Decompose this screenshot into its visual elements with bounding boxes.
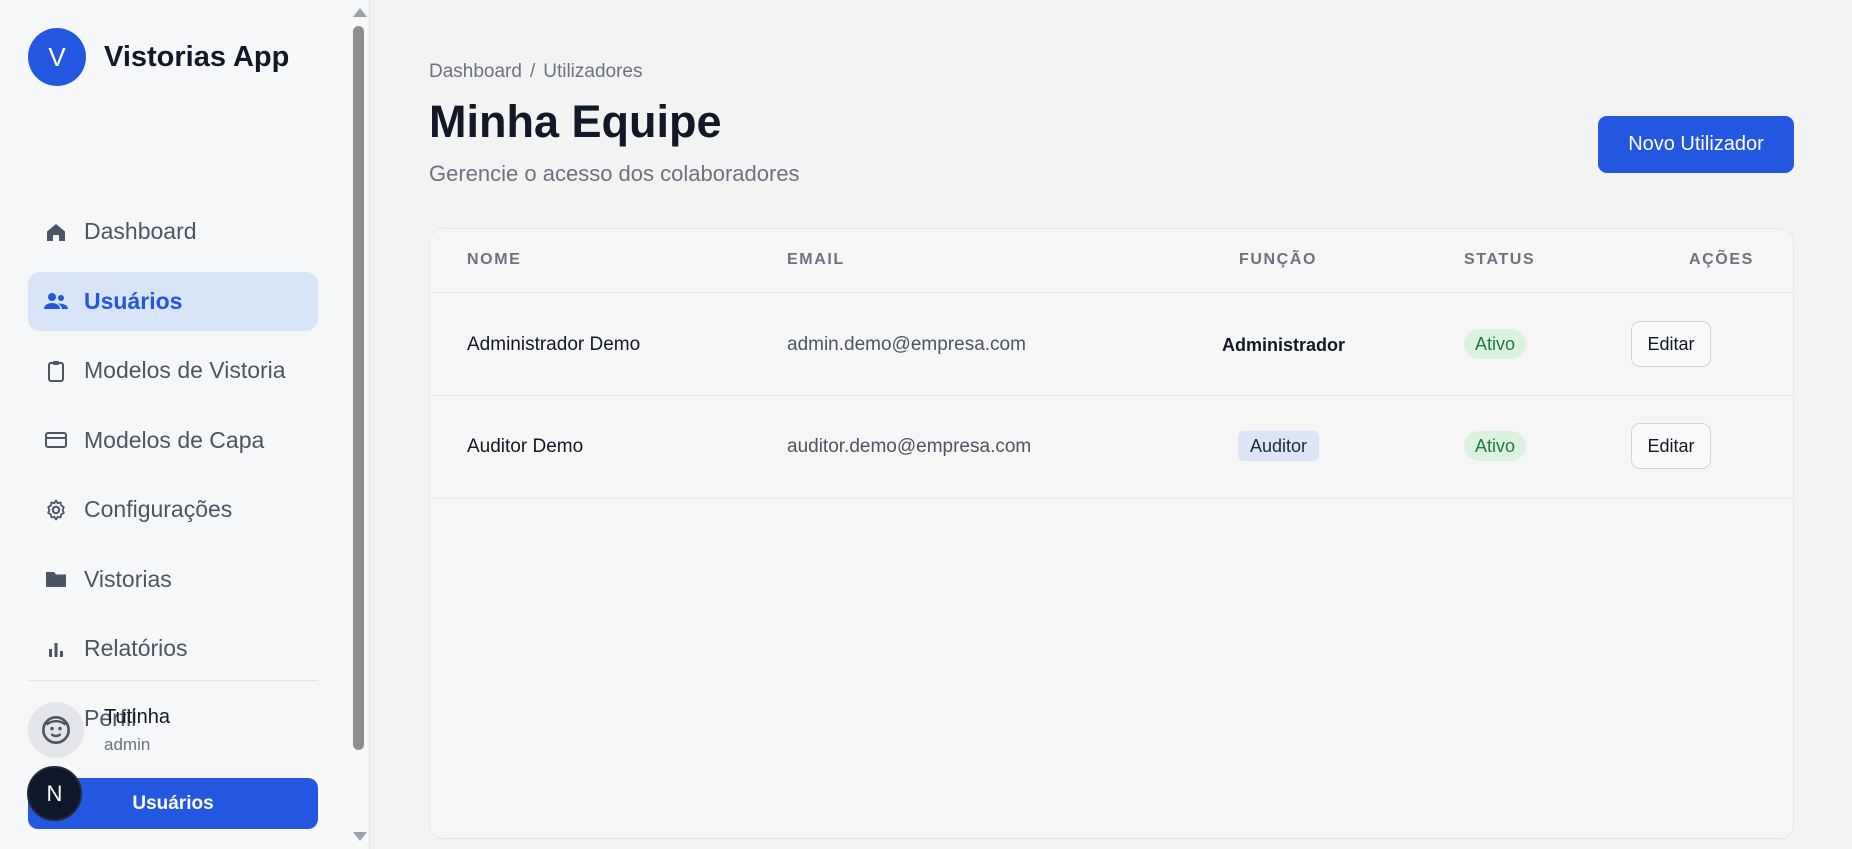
- user-email-cell: admin.demo@empresa.com: [787, 334, 1026, 355]
- table-header: NOME EMAIL FUNÇÃO STATUS AÇÕES: [430, 229, 1793, 293]
- user-name-cell: Administrador Demo: [467, 334, 641, 355]
- card-icon: [42, 426, 70, 454]
- status-badge: Ativo: [1464, 431, 1527, 461]
- user-email-cell: auditor.demo@empresa.com: [787, 436, 1032, 457]
- user-name: Tutinha: [104, 705, 170, 728]
- bar-chart-icon: [42, 635, 70, 663]
- brand-logo: V: [28, 28, 86, 86]
- brand: V Vistorias App: [28, 28, 289, 86]
- edit-button[interactable]: Editar: [1631, 423, 1711, 469]
- gear-icon: [42, 496, 70, 524]
- column-header-email: EMAIL: [787, 251, 845, 268]
- breadcrumb-dashboard[interactable]: Dashboard: [429, 61, 522, 82]
- sidebar-item-vistorias[interactable]: Vistorias: [28, 550, 318, 609]
- breadcrumb: Dashboard / Utilizadores: [429, 61, 643, 83]
- main-content: Dashboard / Utilizadores Minha Equipe Gere…: [370, 0, 1852, 849]
- status-badge: Ativo: [1464, 329, 1527, 359]
- page-subtitle: Gerencie o acesso dos colaboradores: [429, 161, 800, 186]
- breadcrumb-separator: /: [529, 61, 536, 82]
- new-user-button[interactable]: Novo Utilizador: [1598, 116, 1794, 173]
- user-role: admin: [104, 734, 151, 754]
- users-table: NOME EMAIL FUNÇÃO STATUS AÇÕES Administr…: [429, 228, 1794, 839]
- sidebar-divider: [28, 680, 318, 681]
- table-row: Administrador Demo admin.demo@empresa.co…: [430, 293, 1793, 396]
- folder-icon: [42, 565, 70, 593]
- edit-button[interactable]: Editar: [1631, 321, 1711, 367]
- app-name: Vistorias App: [104, 40, 290, 73]
- sidebar-item-label: Modelos de Vistoria: [84, 357, 286, 383]
- column-header-status: STATUS: [1464, 251, 1536, 268]
- sidebar-item-label: Usuários: [84, 287, 183, 314]
- sidebar-item-modelos-vistoria[interactable]: Modelos de Vistoria: [28, 341, 318, 400]
- avatar: [28, 702, 84, 758]
- page-title: Minha Equipe: [429, 96, 722, 147]
- user-profile[interactable]: Tutinha admin: [28, 702, 170, 758]
- sidebar-nav: Dashboard Usuários Modelos de Vistoria M…: [28, 202, 318, 758]
- home-icon: [42, 218, 70, 246]
- sidebar-scrollbar[interactable]: [350, 0, 368, 849]
- sidebar-item-modelos-capa[interactable]: Modelos de Capa: [28, 411, 318, 470]
- app-window: V Vistorias App Dashboard Usuários Model…: [0, 0, 1852, 849]
- column-header-role: FUNÇÃO: [1239, 251, 1318, 268]
- column-header-name: NOME: [467, 251, 522, 268]
- sidebar-item-label: Dashboard: [84, 218, 197, 244]
- sidebar-item-configuracoes[interactable]: Configurações: [28, 480, 318, 539]
- users-icon: [42, 287, 70, 315]
- sidebar-item-label: Relatórios: [84, 635, 188, 661]
- clipboard-icon: [42, 357, 70, 385]
- floating-avatar[interactable]: N: [27, 766, 82, 821]
- sidebar-item-label: Configurações: [84, 496, 233, 522]
- sidebar-item-label: Vistorias: [84, 565, 172, 592]
- sidebar-item-usuarios[interactable]: Usuários: [28, 271, 318, 331]
- scrollbar-thumb[interactable]: [353, 26, 364, 750]
- sidebar: V Vistorias App Dashboard Usuários Model…: [0, 0, 370, 849]
- face-icon: [40, 714, 72, 746]
- sidebar-item-dashboard[interactable]: Dashboard: [28, 202, 318, 261]
- sidebar-item-label: Modelos de Capa: [84, 426, 265, 453]
- role-badge: Auditor: [1238, 431, 1320, 461]
- breadcrumb-utilizadores: Utilizadores: [543, 61, 643, 82]
- table-row: Auditor Demo auditor.demo@empresa.com Au…: [430, 396, 1793, 499]
- user-info: Tutinha admin: [104, 706, 170, 755]
- user-name-cell: Auditor Demo: [467, 436, 584, 457]
- scroll-up-arrow-icon[interactable]: [353, 8, 367, 17]
- scroll-down-arrow-icon[interactable]: [353, 832, 367, 841]
- sidebar-item-relatorios[interactable]: Relatórios: [28, 619, 318, 678]
- column-header-actions: AÇÕES: [1689, 251, 1754, 268]
- user-role-cell: Administrador: [1222, 335, 1346, 355]
